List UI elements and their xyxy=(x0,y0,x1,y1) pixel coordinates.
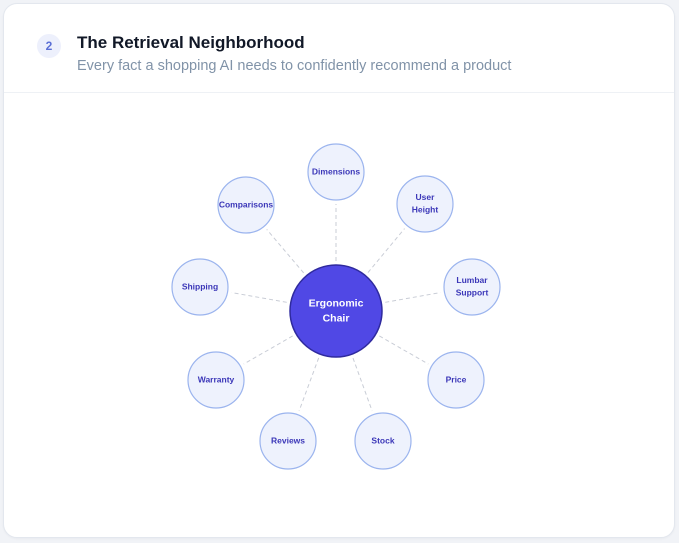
edge-shipping xyxy=(231,292,287,303)
node-shipping-label-line-1: Shipping xyxy=(182,281,218,291)
retrieval-diagram: Dimensions User Height Lumbar Support Price St… xyxy=(171,143,501,470)
node-reviews-label-line-1: Reviews xyxy=(271,435,305,445)
edge-user-height xyxy=(367,228,405,273)
center-node-circle xyxy=(289,264,383,358)
node-stock: Stock xyxy=(354,412,412,470)
node-comparisons: Comparisons xyxy=(217,176,275,234)
node-shipping: Shipping xyxy=(171,258,229,316)
edge-warranty xyxy=(243,335,293,365)
edge-comparisons xyxy=(266,229,305,274)
center-node: Ergonomic Chair xyxy=(289,264,383,358)
node-user-height-label-line-2: Height xyxy=(412,205,439,215)
center-node-label-line-2: Chair xyxy=(323,312,350,324)
center-layer: Ergonomic Chair xyxy=(289,264,383,358)
node-warranty-label-line-1: Warranty xyxy=(198,374,235,384)
node-price: Price xyxy=(427,351,485,409)
edge-stock xyxy=(352,357,373,412)
node-comparisons-label-line-1: Comparisons xyxy=(219,199,274,209)
node-dimensions: Dimensions xyxy=(307,143,365,201)
node-dimensions-label-line-1: Dimensions xyxy=(312,166,360,176)
node-reviews: Reviews xyxy=(259,412,317,470)
edge-price xyxy=(379,335,429,365)
node-price-label-line-1: Price xyxy=(446,374,467,384)
node-warranty: Warranty xyxy=(187,351,245,409)
node-lumbar-support: Lumbar Support xyxy=(443,258,501,316)
node-user-height-label-line-1: User xyxy=(416,192,436,202)
edge-reviews xyxy=(298,357,320,412)
node-lumbar-support-label-line-2: Support xyxy=(456,288,489,298)
node-stock-label-line-1: Stock xyxy=(371,435,394,445)
center-node-label-line-1: Ergonomic xyxy=(309,297,364,309)
node-user-height: User Height xyxy=(396,175,454,233)
edge-lumbar-support xyxy=(385,292,441,303)
node-lumbar-support-label-line-1: Lumbar xyxy=(456,275,488,285)
